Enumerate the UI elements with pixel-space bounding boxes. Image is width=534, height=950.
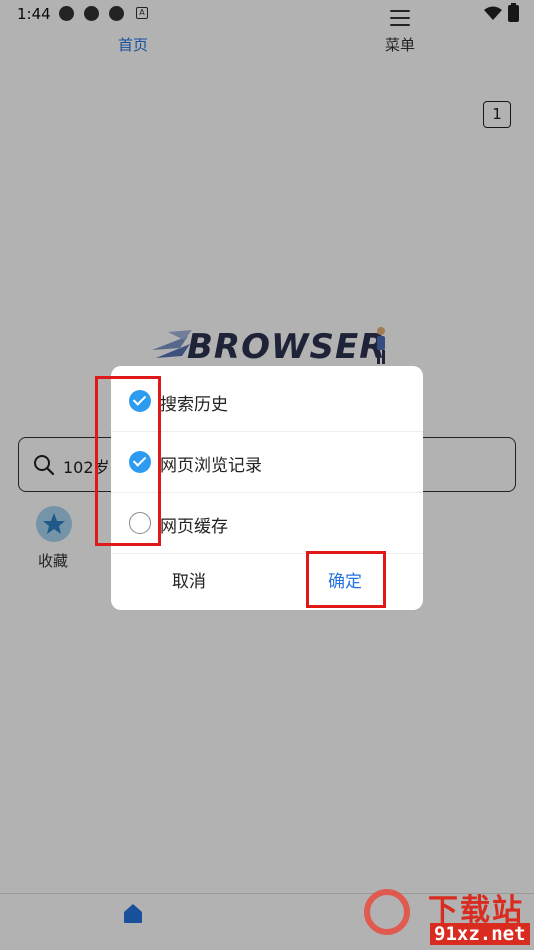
option-label: 网页浏览记录 xyxy=(160,456,262,476)
annotation-checkboxes-highlight xyxy=(95,376,161,546)
option-label: 网页缓存 xyxy=(160,517,228,537)
watermark-url: 91xz.net xyxy=(430,923,530,945)
option-label: 搜索历史 xyxy=(160,395,228,415)
annotation-confirm-highlight xyxy=(306,551,386,608)
watermark-logo-icon xyxy=(364,889,410,935)
watermark: 下载站 91xz.net xyxy=(362,885,534,950)
cancel-button[interactable]: 取消 xyxy=(111,554,267,610)
